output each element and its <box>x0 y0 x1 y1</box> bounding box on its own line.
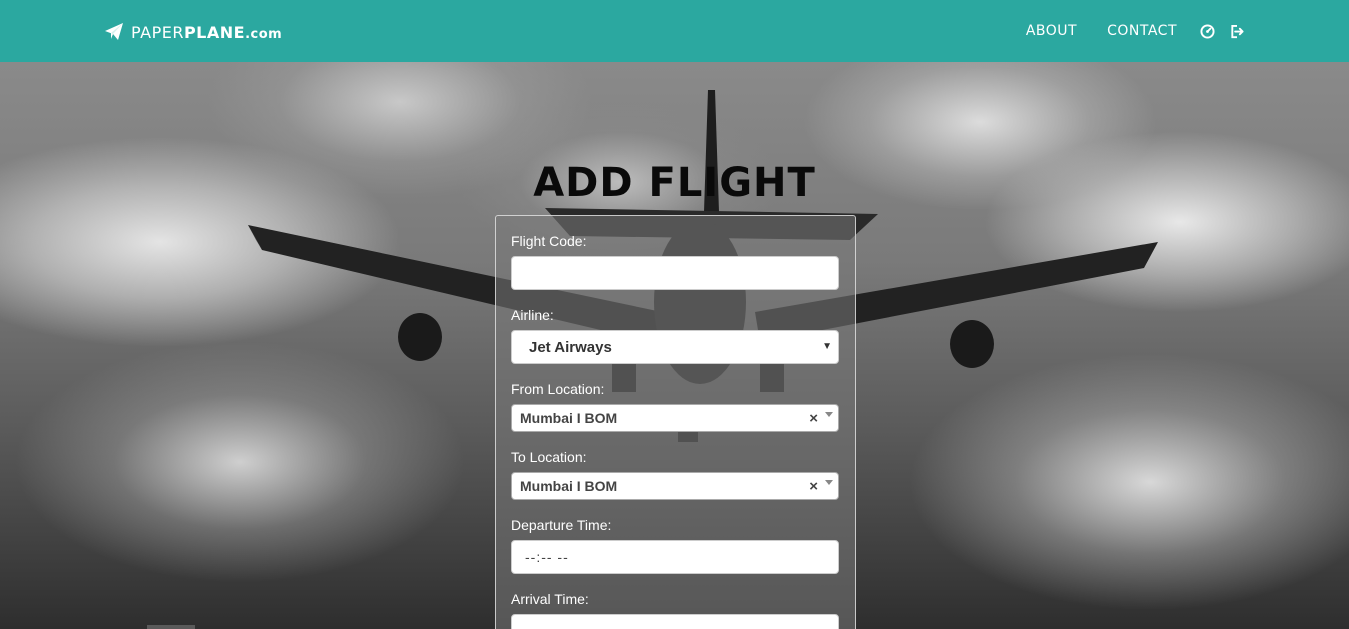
airline-select[interactable]: Jet Airways ▼ <box>511 330 839 364</box>
arrival-time-input[interactable] <box>511 614 839 629</box>
clear-icon[interactable]: × <box>809 410 818 427</box>
from-location-group: From Location: Mumbai I BOM × <box>511 381 839 432</box>
airline-selected-value: Jet Airways <box>529 338 612 356</box>
clear-icon[interactable]: × <box>809 478 818 495</box>
arrival-time-label: Arrival Time: <box>511 591 589 607</box>
departure-time-label: Departure Time: <box>511 517 612 533</box>
hero-background: ADD FLIGHT Flight Code: Airline: Jet Air… <box>0 62 1349 629</box>
page-title: ADD FLIGHT <box>533 160 816 206</box>
dropdown-arrow-icon <box>825 480 833 485</box>
airline-label: Airline: <box>511 307 554 323</box>
from-location-select[interactable]: Mumbai I BOM × <box>511 404 839 432</box>
flight-code-input[interactable] <box>511 256 839 290</box>
dropdown-arrow-icon: ▼ <box>822 341 832 352</box>
brand-logo[interactable]: PAPERPLANE.com <box>104 19 282 45</box>
to-location-selected-value: Mumbai I BOM <box>520 478 618 494</box>
to-location-select[interactable]: Mumbai I BOM × <box>511 472 839 500</box>
nav-contact-link[interactable]: CONTACT <box>1107 23 1177 39</box>
arrival-time-group: Arrival Time: <box>511 591 839 629</box>
paper-plane-icon <box>105 23 123 40</box>
logout-icon[interactable] <box>1229 23 1245 39</box>
to-location-group: To Location: Mumbai I BOM × <box>511 449 839 500</box>
to-location-label: To Location: <box>511 449 587 465</box>
departure-time-group: Departure Time: --:-- -- <box>511 517 839 574</box>
departure-time-input[interactable]: --:-- -- <box>511 540 839 574</box>
add-flight-form: Flight Code: Airline: Jet Airways ▼ From… <box>495 215 856 629</box>
from-location-label: From Location: <box>511 381 605 397</box>
from-location-selected-value: Mumbai I BOM <box>520 410 618 426</box>
nav-links: ABOUT CONTACT <box>996 0 1245 62</box>
navbar: PAPERPLANE.com ABOUT CONTACT <box>0 0 1349 62</box>
airline-group: Airline: Jet Airways ▼ <box>511 307 839 364</box>
dashboard-icon[interactable] <box>1199 23 1215 39</box>
flight-code-group: Flight Code: <box>511 233 839 290</box>
nav-about-link[interactable]: ABOUT <box>1026 23 1077 39</box>
dropdown-arrow-icon <box>825 412 833 417</box>
scrollbar-thumb[interactable] <box>147 625 195 629</box>
flight-code-label: Flight Code: <box>511 233 587 249</box>
brand-name: PAPERPLANE.com <box>131 22 283 42</box>
